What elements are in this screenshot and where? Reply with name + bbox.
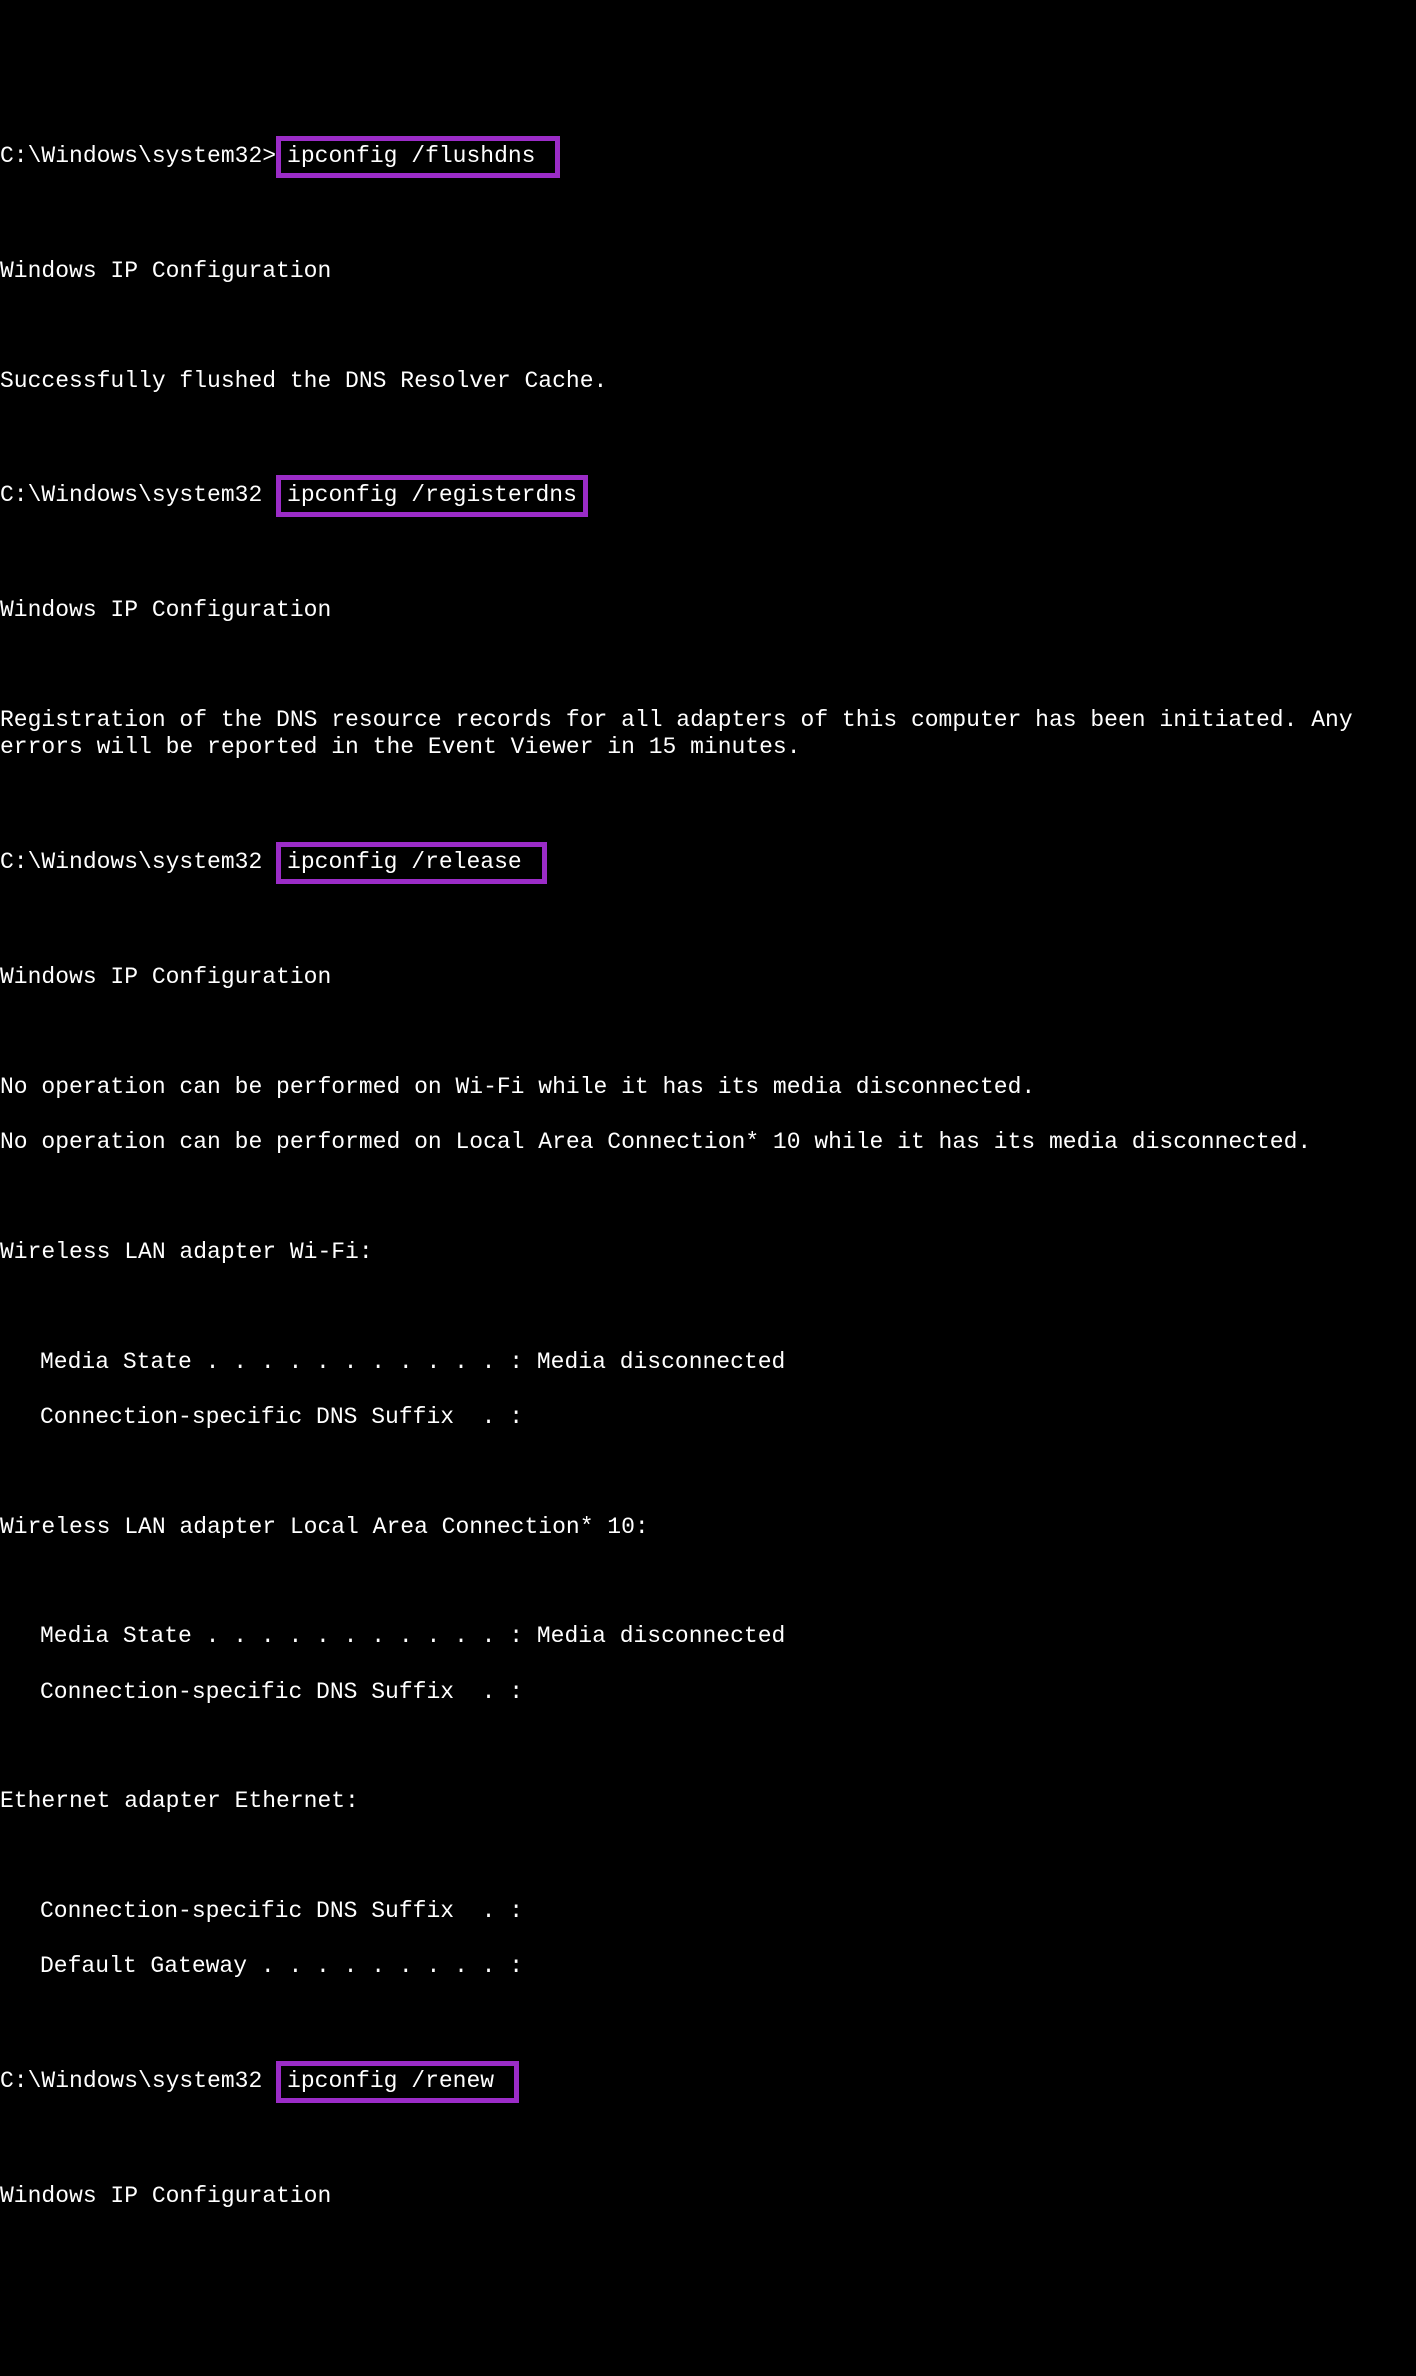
prompt-4: C:\Windows\system32 [0, 2068, 276, 2094]
output-adapter3-dns: Connection-specific DNS Suffix . : [0, 1898, 1416, 1926]
output-ip-config-3: Windows IP Configuration [0, 964, 1416, 992]
output-adapter2-media: Media State . . . . . . . . . . . : Medi… [0, 1623, 1416, 1651]
output-adapter1-media: Media State . . . . . . . . . . . : Medi… [0, 1349, 1416, 1377]
output-adapter2-dns: Connection-specific DNS Suffix . : [0, 1679, 1416, 1707]
command-registerdns-highlight: ipconfig /registerdns [276, 475, 588, 517]
prompt-3: C:\Windows\system32 [0, 849, 276, 875]
output-ip-config-1: Windows IP Configuration [0, 258, 1416, 286]
prompt-2: C:\Windows\system32 [0, 482, 276, 508]
output-flush-success: Successfully flushed the DNS Resolver Ca… [0, 368, 1416, 396]
output-ip-config-4: Windows IP Configuration [0, 2183, 1416, 2211]
terminal-window[interactable]: C:\Windows\system32> ipconfig /flushdns W… [0, 110, 1416, 2238]
command-release-highlight: ipconfig /release [276, 842, 546, 884]
command-line-4: C:\Windows\system32 ipconfig /renew [0, 2063, 1416, 2101]
output-adapter2-header: Wireless LAN adapter Local Area Connecti… [0, 1514, 1416, 1542]
output-lac-error: No operation can be performed on Local A… [0, 1129, 1416, 1157]
output-adapter3-gateway: Default Gateway . . . . . . . . . : [0, 1953, 1416, 1981]
command-release: ipconfig /release [287, 849, 535, 875]
command-line-3: C:\Windows\system32 ipconfig /release [0, 844, 1416, 882]
output-register-msg: Registration of the DNS resource records… [0, 707, 1416, 762]
output-wifi-error: No operation can be performed on Wi-Fi w… [0, 1074, 1416, 1102]
command-line-2: C:\Windows\system32 ipconfig /registerdn… [0, 477, 1416, 515]
command-line-1: C:\Windows\system32> ipconfig /flushdns [0, 138, 1416, 176]
prompt-1: C:\Windows\system32> [0, 143, 276, 169]
command-flushdns-highlight: ipconfig /flushdns [276, 136, 560, 178]
command-flushdns: ipconfig /flushdns [287, 143, 549, 169]
output-adapter3-header: Ethernet adapter Ethernet: [0, 1788, 1416, 1816]
command-renew-highlight: ipconfig /renew [276, 2061, 519, 2103]
output-ip-config-2: Windows IP Configuration [0, 597, 1416, 625]
command-registerdns: ipconfig /registerdns [287, 482, 577, 508]
output-adapter1-header: Wireless LAN adapter Wi-Fi: [0, 1239, 1416, 1267]
command-renew: ipconfig /renew [287, 2068, 508, 2094]
output-adapter1-dns: Connection-specific DNS Suffix . : [0, 1404, 1416, 1432]
